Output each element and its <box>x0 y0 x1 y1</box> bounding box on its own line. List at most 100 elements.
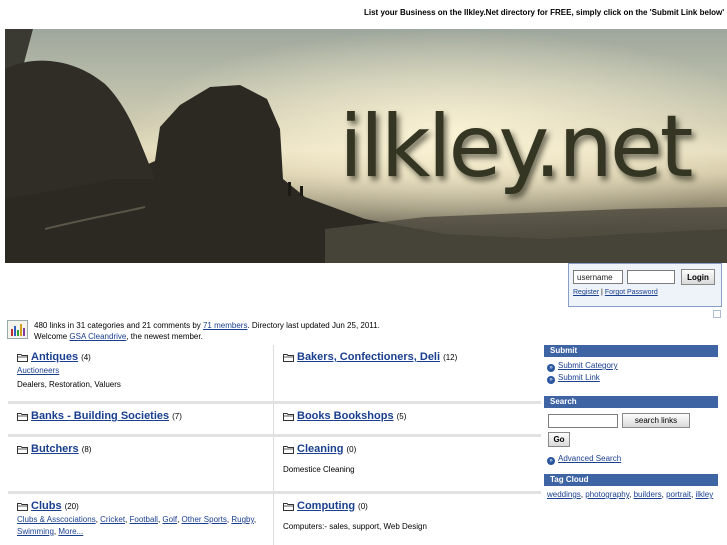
banner-title: ilkley.net <box>339 97 693 197</box>
subcategory-link[interactable]: Clubs & Asscociations <box>17 515 96 524</box>
category-cell: Banks - Building Societies (7) <box>8 404 274 434</box>
category-description: Computers:- sales, support, Web Design <box>283 522 427 531</box>
category-header: Bakers, Confectioners, Deli (12) <box>283 351 531 363</box>
category-row: Clubs (20) Clubs & Asscociations, Cricket,… <box>8 494 541 545</box>
category-description: Domestice Cleaning <box>283 465 355 474</box>
category-link[interactable]: Cleaning <box>297 443 343 455</box>
subcategory-link[interactable]: Cricket <box>100 515 125 524</box>
category-cell: Bakers, Confectioners, Deli (12) <box>274 345 540 401</box>
subcategory-list: Auctioneers <box>17 365 264 377</box>
category-link[interactable]: Bakers, Confectioners, Deli <box>297 351 440 363</box>
category-row: Antiques (4) Auctioneers Dealers, Restorati… <box>8 345 541 404</box>
category-cell: Books Bookshops (5) <box>274 404 540 434</box>
newest-member-link[interactable]: GSA Cleandrive <box>69 332 126 341</box>
tag-link[interactable]: portrait <box>666 490 691 499</box>
category-link[interactable]: Banks - Building Societies <box>31 410 169 422</box>
welcome-suffix: , the newest member. <box>126 332 203 341</box>
search-panel: Search search links Go » Advanced Search <box>544 396 718 466</box>
subcategory-link[interactable]: Auctioneers <box>17 366 59 375</box>
category-cell: Butchers (8) <box>8 437 274 491</box>
category-count: (20) <box>64 501 79 511</box>
tag-cloud-heading: Tag Cloud <box>544 474 718 486</box>
login-box: Login Register | Forgot Password <box>568 263 722 307</box>
login-button[interactable]: Login <box>681 269 715 285</box>
category-link[interactable]: Butchers <box>31 443 79 455</box>
category-header: Butchers (8) <box>17 443 264 455</box>
submit-category-link[interactable]: Submit Category <box>558 361 618 370</box>
category-cell: Cleaning (0) Domestice Cleaning <box>274 437 540 491</box>
category-cell: Clubs (20) Clubs & Asscociations, Cricket,… <box>8 494 274 545</box>
category-count: (5) <box>396 411 407 421</box>
username-input[interactable] <box>573 270 623 284</box>
category-cell: Antiques (4) Auctioneers Dealers, Restorati… <box>8 345 274 401</box>
password-input[interactable] <box>627 270 675 284</box>
category-header: Clubs (20) <box>17 500 264 512</box>
category-header: Antiques (4) <box>17 351 264 363</box>
tag-cloud-panel: Tag Cloud weddings, photography, builder… <box>544 474 718 503</box>
banner-image: ilkley.net <box>5 29 727 263</box>
subcategory-link[interactable]: Other Sports <box>182 515 227 524</box>
folder-icon <box>283 353 294 362</box>
subcategory-link[interactable]: Football <box>130 515 158 524</box>
category-header: Books Bookshops (5) <box>283 410 531 422</box>
subcategory-link[interactable]: Swimming <box>17 527 54 536</box>
register-link[interactable]: Register <box>573 289 599 296</box>
directory-stats: 480 links in 31 categories and 21 commen… <box>34 320 380 342</box>
category-header: Computing (0) <box>283 500 531 512</box>
tag-link[interactable]: builders <box>634 490 662 499</box>
category-row: Butchers (8) Cleaning (0) Domestice Cleanin… <box>8 437 541 494</box>
folder-icon <box>283 445 294 454</box>
folder-icon <box>17 412 28 421</box>
category-count: (4) <box>81 352 91 362</box>
forgot-password-link[interactable]: Forgot Password <box>605 289 658 296</box>
folder-icon <box>283 502 294 511</box>
folder-icon <box>283 412 294 421</box>
welcome-prefix: Welcome <box>34 332 70 341</box>
category-row: Banks - Building Societies (7) Books Book… <box>8 404 541 437</box>
search-scope-button[interactable]: search links <box>622 413 690 428</box>
category-count: (12) <box>443 352 458 362</box>
corner-checkbox[interactable] <box>713 310 721 318</box>
go-button[interactable]: Go <box>548 432 570 447</box>
category-link[interactable]: Antiques <box>31 351 78 363</box>
tag-link[interactable]: photography <box>585 490 629 499</box>
category-count: (7) <box>172 411 182 421</box>
stats-suffix: . Directory last updated Jun 25, 2011. <box>247 321 380 330</box>
members-link[interactable]: 71 members <box>203 321 247 330</box>
category-link[interactable]: Books Bookshops <box>297 410 394 422</box>
subcategory-link[interactable]: Rugby <box>231 515 254 524</box>
tag-link[interactable]: ilkley <box>695 490 713 499</box>
folder-icon <box>17 445 28 454</box>
folder-icon <box>17 502 28 511</box>
submit-links: » Submit Category » Submit Link <box>544 357 718 387</box>
folder-icon <box>17 353 28 362</box>
search-input[interactable] <box>548 414 618 428</box>
category-header: Cleaning (0) <box>283 443 531 455</box>
stats-line-2: Welcome GSA Cleandrive, the newest membe… <box>34 331 380 342</box>
promo-text: List your Business on the Ilkley.Net dir… <box>364 8 725 17</box>
submit-panel: Submit » Submit Category » Submit Link <box>544 345 718 387</box>
login-link-separator: | <box>601 289 603 296</box>
category-count: (8) <box>81 444 92 454</box>
category-count: (0) <box>346 444 357 454</box>
advanced-search-link[interactable]: Advanced Search <box>558 454 621 463</box>
stats-prefix: 480 links in 31 categories and 21 commen… <box>34 321 203 330</box>
more-link[interactable]: More... <box>58 527 83 536</box>
category-count: (0) <box>358 501 368 511</box>
stats-line-1: 480 links in 31 categories and 21 commen… <box>34 320 380 331</box>
advanced-search-row: » Advanced Search <box>544 450 624 468</box>
category-link[interactable]: Computing <box>297 500 355 512</box>
category-header: Banks - Building Societies (7) <box>17 410 264 422</box>
arrow-icon: » <box>547 457 555 465</box>
category-cell: Computing (0) Computers:- sales, support, … <box>274 494 540 545</box>
category-link[interactable]: Clubs <box>31 500 62 512</box>
tag-link[interactable]: weddings <box>547 490 581 499</box>
category-grid: Antiques (4) Auctioneers Dealers, Restorati… <box>8 345 541 545</box>
submit-link-link[interactable]: Submit Link <box>558 373 600 382</box>
search-heading: Search <box>544 396 718 408</box>
tag-cloud: weddings, photography, builders, portrai… <box>547 490 714 499</box>
category-description: Dealers, Restoration, Valuers <box>17 380 121 389</box>
submit-heading: Submit <box>544 345 718 357</box>
subcategory-link[interactable]: Golf <box>162 515 177 524</box>
subcategory-list: Clubs & Asscociations, Cricket, Football… <box>17 515 257 536</box>
